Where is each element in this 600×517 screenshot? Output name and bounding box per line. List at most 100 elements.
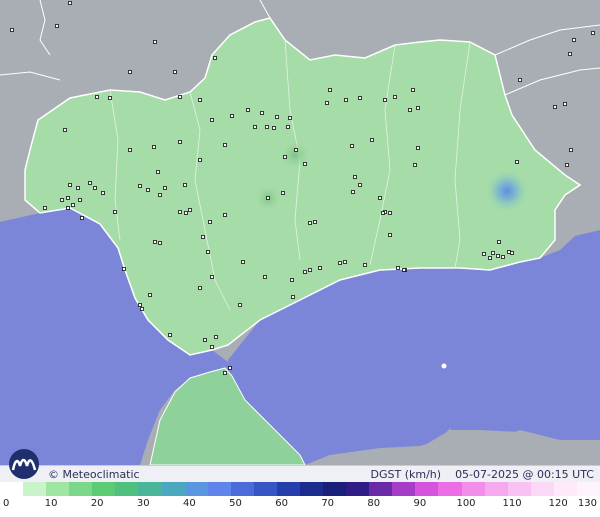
station-marker[interactable] bbox=[201, 235, 205, 239]
station-marker[interactable] bbox=[184, 211, 188, 215]
station-marker[interactable] bbox=[253, 125, 257, 129]
station-marker[interactable] bbox=[263, 275, 267, 279]
station-marker[interactable] bbox=[178, 140, 182, 144]
station-marker[interactable] bbox=[113, 210, 117, 214]
station-marker[interactable] bbox=[188, 208, 192, 212]
station-marker[interactable] bbox=[378, 196, 382, 200]
station-marker[interactable] bbox=[353, 175, 357, 179]
station-marker[interactable] bbox=[80, 216, 84, 220]
station-marker[interactable] bbox=[122, 267, 126, 271]
station-marker[interactable] bbox=[411, 88, 415, 92]
station-marker[interactable] bbox=[138, 303, 142, 307]
station-marker[interactable] bbox=[156, 170, 160, 174]
station-marker[interactable] bbox=[95, 95, 99, 99]
station-marker[interactable] bbox=[223, 213, 227, 217]
station-marker[interactable] bbox=[183, 183, 187, 187]
station-marker[interactable] bbox=[491, 251, 495, 255]
station-marker[interactable] bbox=[510, 251, 514, 255]
station-marker[interactable] bbox=[563, 102, 567, 106]
station-marker[interactable] bbox=[388, 233, 392, 237]
station-marker[interactable] bbox=[206, 250, 210, 254]
station-marker[interactable] bbox=[168, 333, 172, 337]
station-marker[interactable] bbox=[553, 105, 557, 109]
station-marker[interactable] bbox=[210, 118, 214, 122]
station-marker[interactable] bbox=[308, 221, 312, 225]
station-marker[interactable] bbox=[381, 211, 385, 215]
station-marker[interactable] bbox=[198, 286, 202, 290]
station-marker[interactable] bbox=[396, 266, 400, 270]
station-marker[interactable] bbox=[501, 255, 505, 259]
station-marker[interactable] bbox=[325, 101, 329, 105]
station-marker[interactable] bbox=[213, 56, 217, 60]
station-marker[interactable] bbox=[291, 295, 295, 299]
station-marker[interactable] bbox=[266, 196, 270, 200]
station-marker[interactable] bbox=[272, 126, 276, 130]
station-marker[interactable] bbox=[71, 203, 75, 207]
station-marker[interactable] bbox=[203, 338, 207, 342]
station-marker[interactable] bbox=[408, 108, 412, 112]
station-marker[interactable] bbox=[146, 188, 150, 192]
station-marker[interactable] bbox=[241, 260, 245, 264]
station-marker[interactable] bbox=[153, 240, 157, 244]
station-marker[interactable] bbox=[283, 155, 287, 159]
station-marker[interactable] bbox=[281, 191, 285, 195]
station-marker[interactable] bbox=[158, 241, 162, 245]
station-marker[interactable] bbox=[565, 163, 569, 167]
station-marker[interactable] bbox=[63, 128, 67, 132]
station-marker[interactable] bbox=[198, 158, 202, 162]
station-marker[interactable] bbox=[358, 183, 362, 187]
station-marker[interactable] bbox=[223, 371, 227, 375]
station-marker[interactable] bbox=[416, 146, 420, 150]
station-marker[interactable] bbox=[488, 256, 492, 260]
station-marker[interactable] bbox=[238, 303, 242, 307]
station-marker[interactable] bbox=[66, 206, 70, 210]
station-marker[interactable] bbox=[178, 95, 182, 99]
station-marker[interactable] bbox=[55, 24, 59, 28]
station-marker[interactable] bbox=[290, 278, 294, 282]
station-marker[interactable] bbox=[108, 96, 112, 100]
station-marker[interactable] bbox=[66, 196, 70, 200]
station-marker[interactable] bbox=[60, 198, 64, 202]
station-marker[interactable] bbox=[10, 28, 14, 32]
station-marker[interactable] bbox=[507, 250, 511, 254]
station-marker[interactable] bbox=[76, 186, 80, 190]
station-marker[interactable] bbox=[78, 198, 82, 202]
station-marker[interactable] bbox=[343, 260, 347, 264]
station-marker[interactable] bbox=[496, 254, 500, 258]
station-marker[interactable] bbox=[344, 98, 348, 102]
station-marker[interactable] bbox=[402, 268, 406, 272]
station-marker[interactable] bbox=[223, 143, 227, 147]
station-marker[interactable] bbox=[572, 38, 576, 42]
station-marker[interactable] bbox=[351, 190, 355, 194]
station-marker[interactable] bbox=[328, 88, 332, 92]
station-marker[interactable] bbox=[128, 148, 132, 152]
station-marker[interactable] bbox=[178, 210, 182, 214]
station-marker[interactable] bbox=[568, 52, 572, 56]
station-marker[interactable] bbox=[198, 98, 202, 102]
station-marker[interactable] bbox=[416, 106, 420, 110]
station-marker[interactable] bbox=[286, 125, 290, 129]
station-marker[interactable] bbox=[148, 293, 152, 297]
station-marker[interactable] bbox=[43, 206, 47, 210]
station-marker[interactable] bbox=[68, 183, 72, 187]
station-marker[interactable] bbox=[230, 114, 234, 118]
station-marker[interactable] bbox=[228, 366, 232, 370]
station-marker[interactable] bbox=[303, 270, 307, 274]
station-marker[interactable] bbox=[210, 345, 214, 349]
station-marker[interactable] bbox=[138, 184, 142, 188]
station-marker[interactable] bbox=[303, 162, 307, 166]
station-marker[interactable] bbox=[158, 193, 162, 197]
station-marker[interactable] bbox=[163, 186, 167, 190]
station-marker[interactable] bbox=[294, 148, 298, 152]
station-marker[interactable] bbox=[128, 70, 132, 74]
station-marker[interactable] bbox=[265, 125, 269, 129]
station-marker[interactable] bbox=[413, 163, 417, 167]
station-marker[interactable] bbox=[388, 211, 392, 215]
station-marker[interactable] bbox=[260, 111, 264, 115]
station-marker[interactable] bbox=[210, 275, 214, 279]
station-marker[interactable] bbox=[358, 96, 362, 100]
station-marker[interactable] bbox=[393, 95, 397, 99]
station-marker[interactable] bbox=[350, 144, 354, 148]
station-marker[interactable] bbox=[383, 98, 387, 102]
station-marker[interactable] bbox=[246, 108, 250, 112]
